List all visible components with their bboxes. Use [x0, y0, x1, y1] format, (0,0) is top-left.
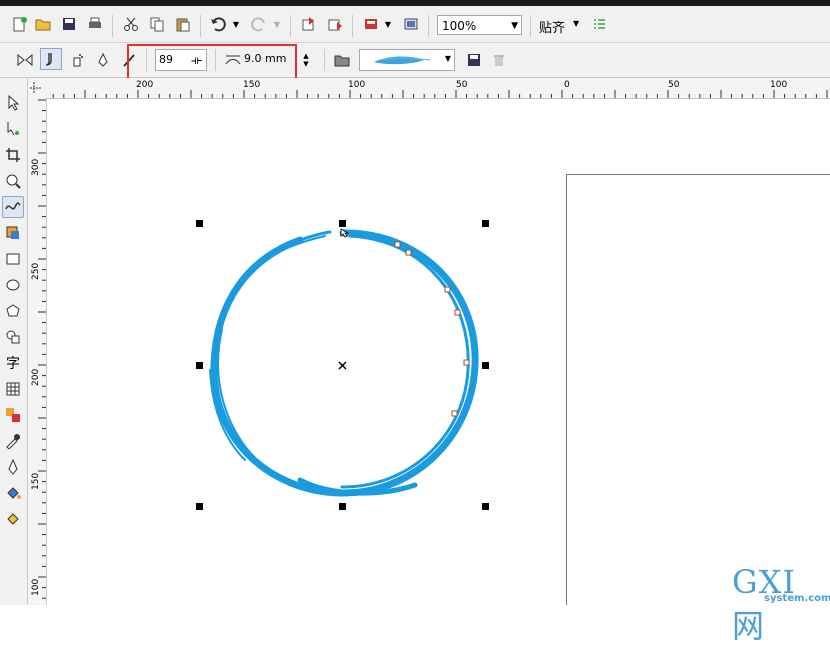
selection-handle-bottom-left[interactable] [196, 503, 203, 510]
vertical-ruler[interactable]: 300 250 200 150 100 [28, 98, 47, 605]
snap-to-label[interactable]: 贴齐 [539, 17, 565, 36]
selection-handle-right[interactable] [482, 362, 489, 369]
open-icon[interactable] [32, 13, 54, 35]
separator [290, 15, 291, 37]
redo-dropdown-icon[interactable]: ▼ [271, 13, 283, 35]
crop-tool-icon[interactable] [2, 144, 24, 166]
ruler-label: 100 [770, 80, 788, 90]
horizontal-ruler[interactable]: 200 150 100 50 0 50 100 [28, 78, 830, 99]
sprayer-mode-icon[interactable] [66, 49, 88, 71]
separator [428, 15, 429, 37]
page-boundary [566, 174, 830, 605]
brush-stroke-list[interactable]: ▼ [359, 49, 455, 71]
paste-icon[interactable] [172, 13, 194, 35]
chevron-down-icon: ▼ [511, 21, 518, 31]
export-icon[interactable] [324, 13, 346, 35]
table-tool-icon[interactable] [2, 378, 24, 400]
ruler-label: 100 [31, 578, 41, 596]
zoom-level-value: 100% [442, 19, 477, 33]
site-watermark-logo: GXI网 system.com [732, 563, 830, 645]
eyedropper-tool-icon[interactable] [2, 430, 24, 452]
ellipse-tool-icon[interactable] [2, 274, 24, 296]
new-document-icon[interactable] [8, 13, 30, 35]
cut-icon[interactable] [120, 13, 142, 35]
smart-fill-tool-icon[interactable] [2, 222, 24, 244]
app-launcher-icon[interactable] [400, 13, 422, 35]
snap-dropdown-icon[interactable]: ▼ [573, 19, 579, 28]
standard-toolbar: ▼ ▼ ▼ 100% ▼ 贴齐 ▼ [0, 6, 830, 43]
options-icon[interactable] [588, 13, 610, 35]
selection-handle-top-right[interactable] [482, 220, 489, 227]
undo-dropdown-icon[interactable]: ▼ [230, 13, 242, 35]
selection-handle-bottom[interactable] [339, 503, 346, 510]
selection-handle-top[interactable] [339, 220, 346, 227]
ruler-label: 200 [136, 80, 154, 90]
blend-tool-icon[interactable] [2, 404, 24, 426]
selection-handle-bottom-right[interactable] [482, 503, 489, 510]
zoom-tool-icon[interactable] [2, 170, 24, 192]
calligraphic-mode-icon[interactable] [92, 49, 114, 71]
separator [530, 15, 531, 37]
selection-handle-top-left[interactable] [196, 220, 203, 227]
ruler-label: 150 [243, 80, 261, 90]
chevron-down-icon: ▼ [444, 54, 451, 63]
toolbox: 字 [0, 78, 28, 605]
separator [200, 15, 201, 37]
watermark-main-text: GXI网 [732, 563, 796, 645]
text-tool-icon[interactable]: 字 [2, 352, 24, 374]
ruler-label: 250 [31, 262, 41, 280]
print-icon[interactable] [84, 13, 106, 35]
zoom-level-select[interactable]: 100% ▼ [437, 15, 522, 35]
annotation-highlight-box [127, 44, 297, 80]
width-spinner[interactable]: ▲ ▼ [298, 49, 314, 71]
brush-mode-icon[interactable] [40, 48, 62, 70]
publish-pdf-icon[interactable] [360, 13, 382, 35]
browse-folder-icon[interactable] [331, 49, 353, 71]
publish-dropdown-icon[interactable]: ▼ [382, 13, 394, 35]
rectangle-tool-icon[interactable] [2, 248, 24, 270]
separator [352, 15, 353, 37]
ruler-label: 300 [31, 158, 41, 176]
ruler-label: 100 [348, 80, 366, 90]
copy-icon[interactable] [146, 13, 168, 35]
ruler-origin[interactable] [28, 78, 46, 98]
ruler-label: 0 [564, 80, 570, 90]
ruler-label: 150 [31, 472, 41, 490]
ruler-label: 200 [31, 368, 41, 386]
ruler-label: 50 [668, 80, 680, 90]
preset-mode-icon[interactable] [14, 49, 36, 71]
save-icon[interactable] [58, 13, 80, 35]
watermark-sub-text: system.com [764, 593, 830, 604]
import-icon[interactable] [298, 13, 320, 35]
save-stroke-icon[interactable] [463, 49, 485, 71]
selection-handle-left[interactable] [196, 362, 203, 369]
freehand-tool-icon[interactable] [2, 196, 24, 218]
redo-icon[interactable] [248, 13, 270, 35]
delete-icon[interactable] [488, 49, 510, 71]
interactive-fill-tool-icon[interactable] [2, 508, 24, 530]
separator [324, 49, 325, 71]
pick-tool-icon[interactable] [2, 92, 24, 114]
polygon-tool-icon[interactable] [2, 300, 24, 322]
outline-pen-tool-icon[interactable] [2, 456, 24, 478]
shape-tool-icon[interactable] [2, 118, 24, 140]
fill-tool-icon[interactable] [2, 482, 24, 504]
undo-icon[interactable] [207, 13, 229, 35]
ruler-label: 50 [456, 80, 468, 90]
separator [112, 15, 113, 37]
basic-shapes-tool-icon[interactable] [2, 326, 24, 348]
